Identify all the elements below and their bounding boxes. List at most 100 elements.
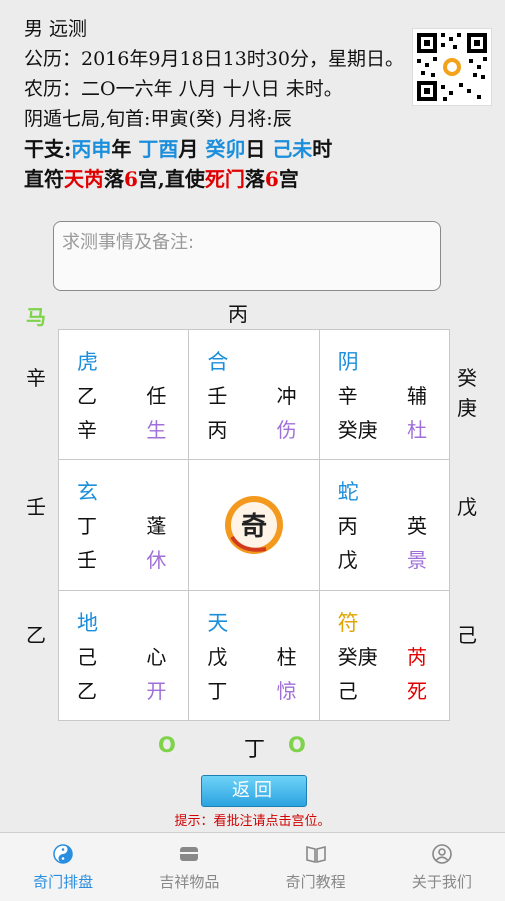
- ganzhi-day-suffix: 日: [245, 137, 273, 161]
- earth-stem: 戊: [337, 548, 358, 573]
- empty-marker: O: [288, 733, 306, 757]
- left-stem-bottom: 乙: [26, 623, 46, 647]
- tab-label: 关于我们: [411, 873, 472, 891]
- palace-cell[interactable]: 玄 丁 蓬 壬 休: [59, 460, 189, 590]
- door-label: 生: [146, 418, 167, 442]
- palace-cell[interactable]: 天 戊 柱 丁 惊: [189, 590, 319, 720]
- door-label: 开: [146, 678, 167, 703]
- book-icon: [305, 845, 326, 864]
- tab-label: 吉祥物品: [159, 873, 220, 891]
- earth-stem: 壬: [77, 548, 97, 573]
- ganzhi-year-suffix: 年: [111, 137, 139, 161]
- zhifu-text-4: 落: [244, 167, 265, 191]
- zhifu-palace: 6: [124, 167, 138, 191]
- palace-cell[interactable]: 虎 乙 任 辛 生: [59, 330, 189, 460]
- star-label: 辅: [406, 384, 427, 408]
- qimen-board: 虎 乙 任 辛 生 合 壬 冲 丙 伤 阴 辛 辅 癸庚 杜 玄 丁 蓬 壬 休…: [58, 329, 450, 721]
- star-label: 心: [146, 644, 167, 669]
- right-stem-top: 癸庚: [457, 366, 477, 420]
- door-label: 伤: [276, 418, 297, 442]
- palace-cell[interactable]: 蛇 丙 英 戊 景: [319, 460, 449, 590]
- notes-input[interactable]: 求测事情及备注:: [53, 221, 441, 291]
- star-label: 柱: [276, 644, 297, 669]
- door-label: 死: [406, 678, 427, 703]
- star-label: 英: [406, 514, 427, 539]
- tab-lucky-items[interactable]: 吉祥物品: [126, 833, 252, 901]
- palace-cell[interactable]: 合 壬 冲 丙 伤: [189, 330, 319, 460]
- ju-line: 阴遁七局,旬首:甲寅(癸) 月将:辰: [24, 108, 292, 130]
- door-label: 杜: [406, 418, 427, 442]
- person-icon: [432, 844, 452, 864]
- star-label: 蓬: [146, 514, 167, 539]
- spirit-label: 地: [77, 610, 98, 635]
- zhifu-text-1: 直符: [24, 167, 64, 191]
- zhifu-text-3: 宫,直使: [137, 167, 205, 191]
- ganzhi-day: 癸卯: [205, 137, 246, 161]
- earth-stem: 辛: [77, 418, 97, 442]
- top-stem: 丙: [228, 302, 248, 326]
- star-label: 冲: [276, 384, 297, 408]
- ganzhi-month-suffix: 月: [178, 137, 206, 161]
- tab-qimen-chart[interactable]: 奇门排盘: [0, 833, 126, 901]
- zhifu-text-5: 宫: [278, 167, 299, 191]
- spirit-label: 阴: [337, 350, 359, 374]
- empty-marker: O: [158, 733, 176, 757]
- right-stem-bottom: 己: [457, 623, 477, 647]
- palace-cell[interactable]: 地 己 心 乙 开: [59, 590, 189, 720]
- zhifu-line: 直符天芮落6宫,直使死门落6宫: [24, 164, 505, 194]
- ganzhi-label: 干支:: [24, 137, 72, 161]
- bottom-stem: 丁: [244, 737, 265, 761]
- ganzhi-year: 丙申: [71, 137, 112, 161]
- left-stem-top: 辛: [26, 366, 46, 390]
- yin-yang-icon: [53, 844, 73, 864]
- spirit-label: 天: [207, 610, 229, 635]
- bottom-tab-bar: 奇门排盘 吉祥物品 奇门教程 关于我们: [0, 832, 505, 901]
- earth-stem: 癸庚: [337, 418, 378, 442]
- spirit-label: 玄: [77, 480, 98, 505]
- heaven-stem: 癸庚: [337, 644, 378, 669]
- center-palace[interactable]: 奇: [189, 460, 319, 590]
- left-stem-middle: 壬: [26, 495, 46, 519]
- zhishi-palace: 6: [264, 167, 279, 191]
- heaven-stem: 戊: [207, 644, 228, 669]
- heaven-stem: 乙: [77, 384, 97, 408]
- tab-about-us[interactable]: 关于我们: [379, 833, 505, 901]
- spirit-label: 蛇: [337, 480, 359, 505]
- heaven-stem: 丙: [337, 514, 358, 539]
- ganzhi-hour: 己未: [272, 137, 313, 161]
- earth-stem: 丙: [207, 418, 228, 442]
- ganzhi-month: 丁酉: [138, 137, 179, 161]
- app-logo-icon: 奇: [224, 495, 283, 554]
- heaven-stem: 己: [77, 644, 97, 669]
- tab-label: 奇门教程: [285, 873, 346, 891]
- earth-stem: 己: [337, 678, 358, 703]
- horse-marker: 马: [26, 305, 46, 329]
- spirit-label: 合: [207, 350, 229, 374]
- back-button[interactable]: 返回: [201, 775, 307, 807]
- star-label: 任: [146, 384, 167, 408]
- heaven-stem: 壬: [207, 384, 228, 408]
- ganzhi-line: 干支:丙申年 丁酉月 癸卯日 己未时: [24, 134, 505, 164]
- spirit-label: 虎: [77, 350, 98, 374]
- door-label: 惊: [276, 678, 297, 703]
- zhifu-star: 天芮: [64, 167, 104, 191]
- door-label: 景: [406, 548, 427, 573]
- tab-label: 奇门排盘: [33, 873, 94, 891]
- earth-stem: 丁: [207, 678, 228, 703]
- zhifu-text-2: 落: [104, 167, 124, 191]
- star-label: 芮: [406, 644, 427, 669]
- heaven-stem: 辛: [337, 384, 358, 408]
- qr-code: [412, 28, 492, 106]
- hint-text: 提示：看批注请点击宫位。: [174, 814, 331, 829]
- box-icon: [180, 847, 199, 861]
- zhishi-door: 死门: [204, 167, 245, 191]
- palace-cell[interactable]: 阴 辛 辅 癸庚 杜: [319, 330, 449, 460]
- heaven-stem: 丁: [77, 514, 97, 539]
- spirit-label: 符: [337, 610, 359, 635]
- palace-cell[interactable]: 符 癸庚 芮 己 死: [319, 590, 449, 720]
- logo-glyph: 奇: [241, 512, 267, 542]
- right-stem-middle: 戊: [457, 495, 477, 519]
- door-label: 休: [146, 548, 167, 573]
- tab-tutorial[interactable]: 奇门教程: [253, 833, 379, 901]
- ganzhi-hour-suffix: 时: [312, 137, 333, 161]
